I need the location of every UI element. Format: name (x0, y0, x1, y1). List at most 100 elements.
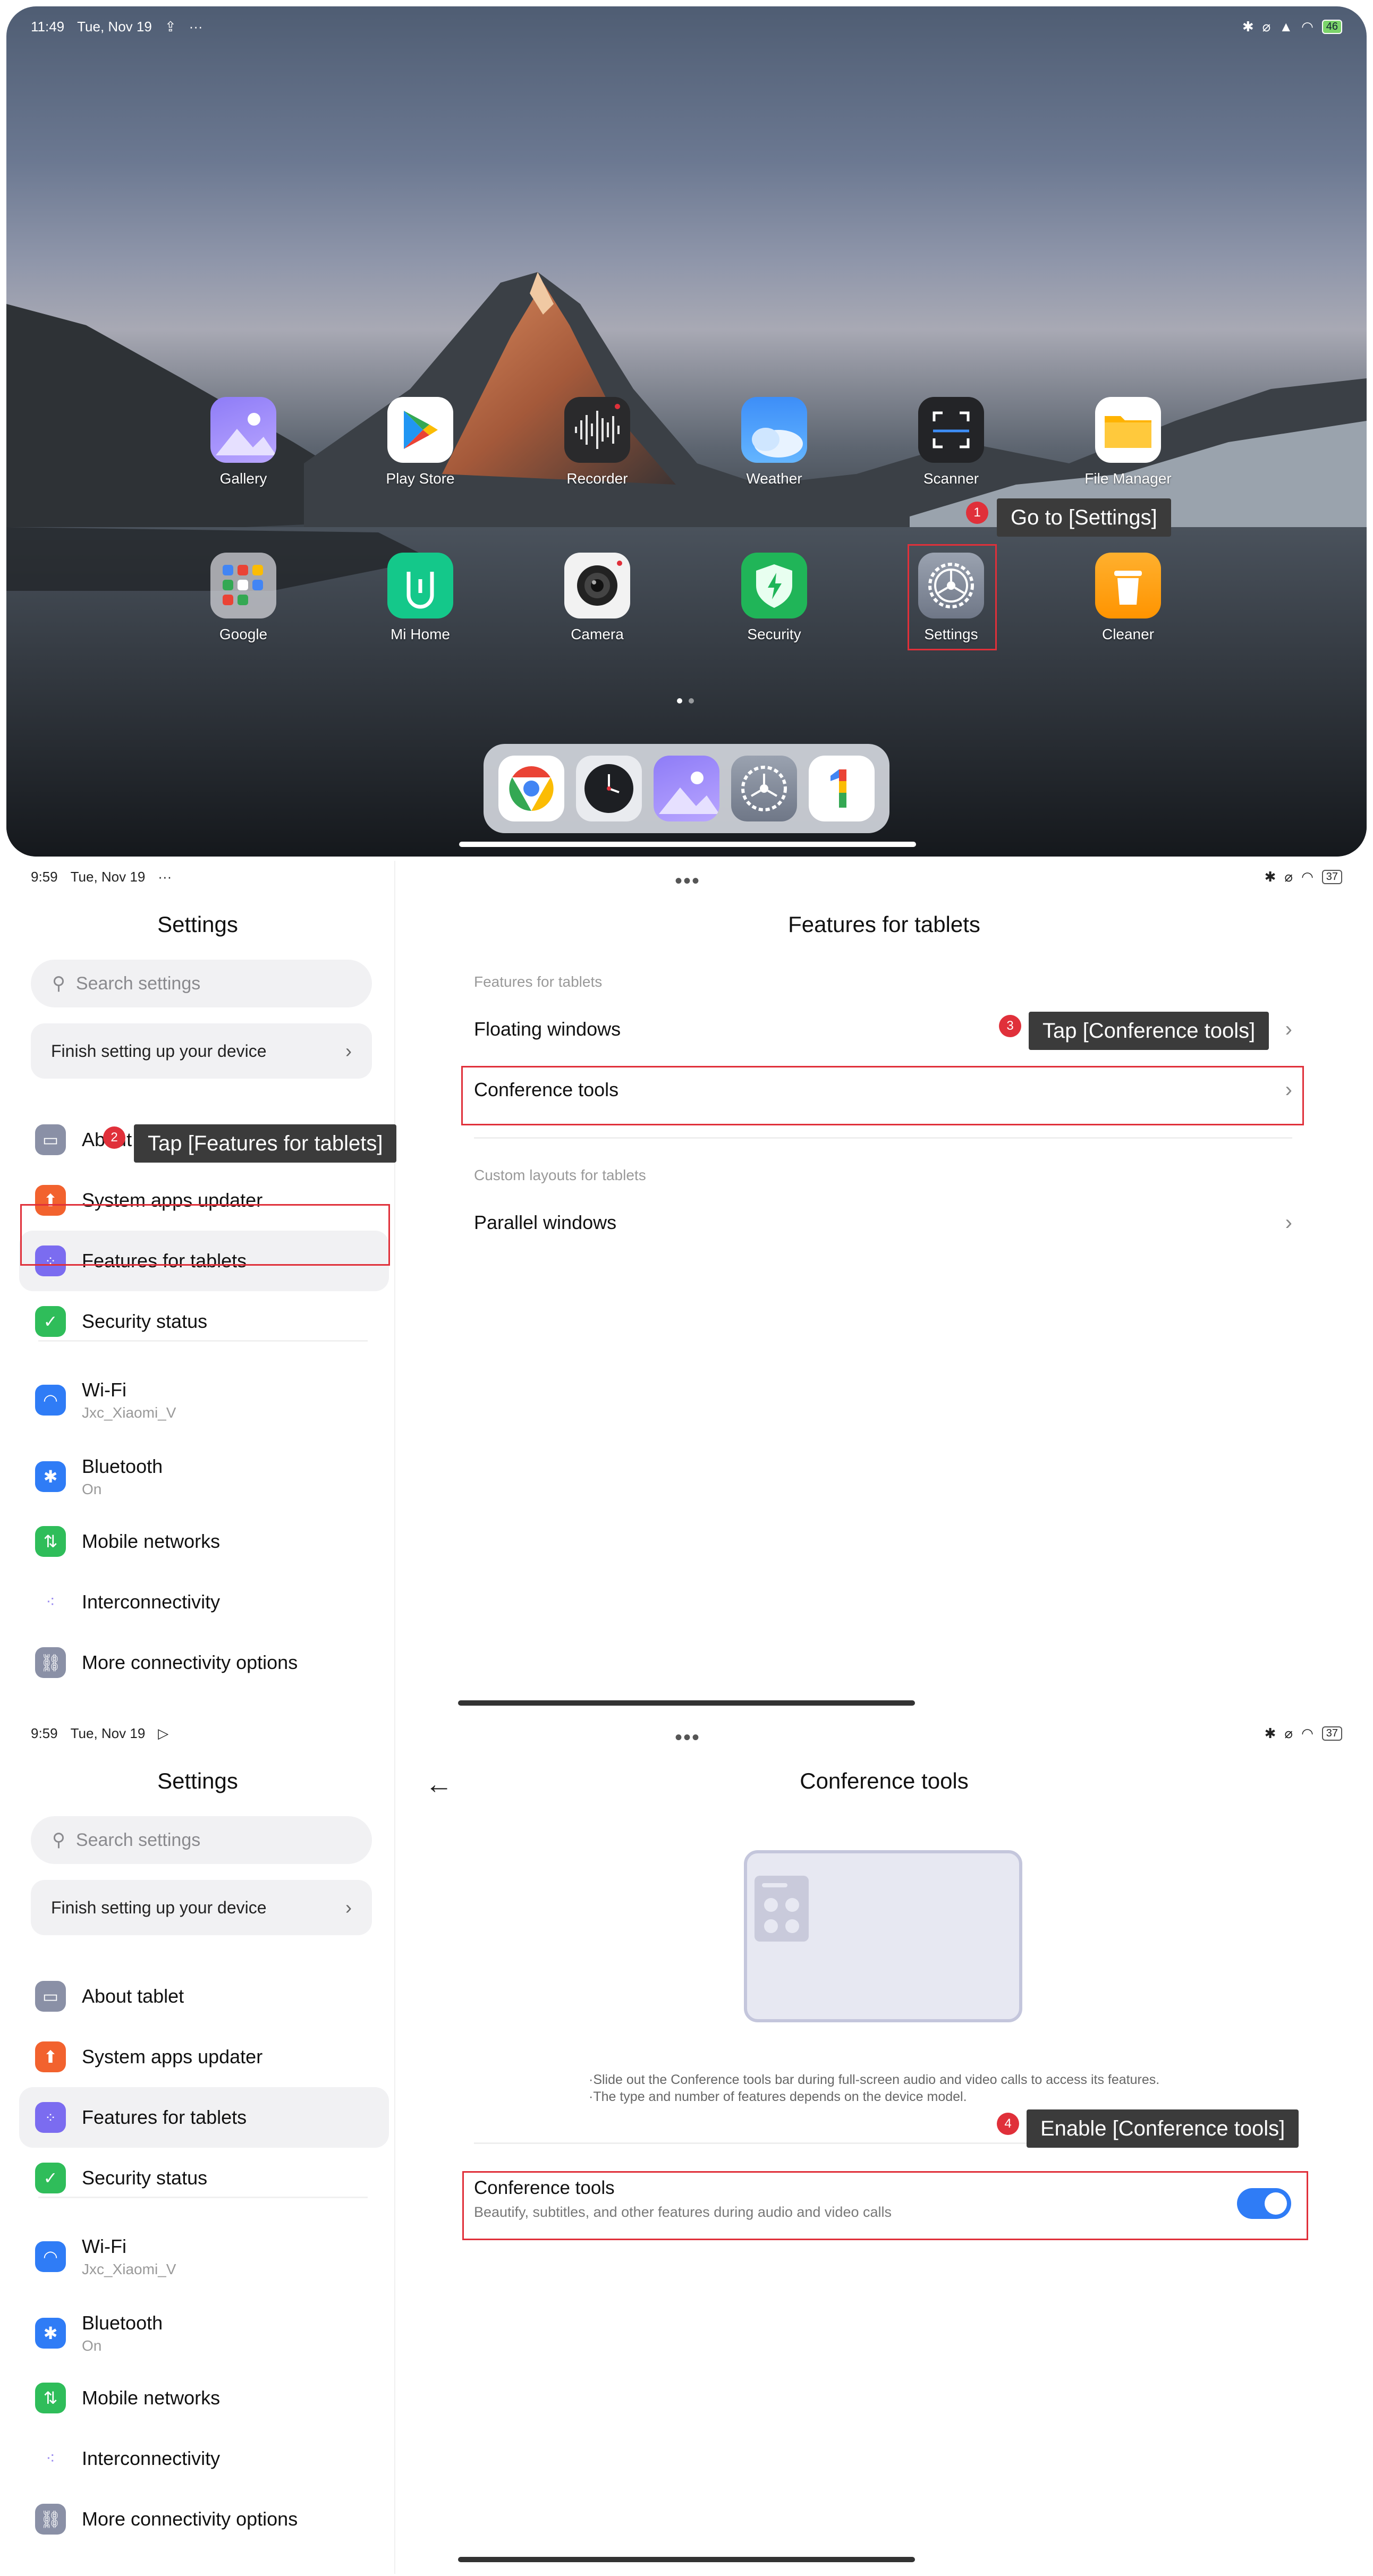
home-indicator[interactable] (458, 1700, 915, 1706)
sidebar-item-bluetooth[interactable]: ✱ Bluetooth On (19, 2303, 389, 2363)
page-indicator (677, 698, 694, 704)
tablet-icon: ▭ (35, 1981, 66, 2012)
page-title: Features for tablets (788, 912, 980, 937)
interconnect-icon: ⁖ (35, 1587, 66, 1617)
sidebar-item-security-status[interactable]: ✓ Security status (19, 2148, 389, 2208)
link-icon: ⛓ (35, 1647, 66, 1678)
trash-icon (1095, 553, 1161, 618)
home-indicator[interactable] (459, 842, 916, 847)
battery-icon: 37 (1321, 1726, 1342, 1741)
sidebar-item-security-status[interactable]: ✓ Security status (19, 1291, 389, 1352)
google-one-icon[interactable] (809, 756, 875, 821)
dock (484, 744, 889, 833)
search-icon: ⚲ (52, 973, 65, 994)
features-screen: 9:59 Tue, Nov 19 ··· ✱ ⌀ ◠ 37 ••• Settin… (0, 861, 1373, 1717)
bluetooth-icon: ✱ (1242, 18, 1254, 35)
settings-sidebar: Settings ⚲ Search settings Finish settin… (0, 1717, 395, 2574)
sidebar-item-wifi[interactable]: ◠ Wi-Fi Jxc_Xiaomi_V (19, 2226, 389, 2287)
bluetooth-icon: ✱ (1264, 868, 1276, 885)
sidebar-item-interconnectivity[interactable]: ⁖ Interconnectivity (19, 2428, 389, 2489)
row-parallel-windows[interactable]: Parallel windows › (474, 1193, 1292, 1252)
step-badge-2: 2 (103, 1126, 125, 1149)
step-badge-1: 1 (966, 502, 988, 524)
status-date: Tue, Nov 19 (77, 18, 152, 35)
search-input[interactable]: ⚲ Search settings (31, 960, 372, 1007)
gallery-icon[interactable] (654, 756, 719, 821)
tooltip-step-2: Tap [Features for tablets] (134, 1124, 397, 1163)
tooltip-step-1: Go to [Settings] (997, 498, 1171, 537)
chevron-right-icon: › (1285, 1017, 1292, 1041)
tablet-icon: ▭ (35, 1124, 66, 1155)
finish-setup-card[interactable]: Finish setting up your device › (31, 1880, 372, 1935)
app-scanner[interactable]: Scanner (893, 397, 1010, 503)
sidebar-title: Settings (157, 1768, 238, 1793)
chevron-right-icon: › (345, 1040, 352, 1062)
settings-sidebar: Settings ⚲ Search settings Finish settin… (0, 861, 395, 1717)
sidebar-item-interconnectivity[interactable]: ⁖ Interconnectivity (19, 1572, 389, 1632)
bluetooth-icon: ✱ (35, 1461, 66, 1492)
conference-illustration (744, 1850, 1022, 2022)
wifi-icon: ◠ (35, 2241, 66, 2272)
mi-home-icon (387, 553, 453, 618)
app-mi-home[interactable]: Mi Home (362, 553, 479, 659)
sidebar-item-wifi[interactable]: ◠ Wi-Fi Jxc_Xiaomi_V (19, 1370, 389, 1430)
sidebar-item-system-apps-updater[interactable]: ⬆ System apps updater (19, 2027, 389, 2087)
clock-icon[interactable] (576, 756, 642, 821)
window-handle-icon[interactable]: ••• (675, 1726, 700, 1750)
app-camera[interactable]: Camera (539, 553, 656, 659)
sidebar-item-more-connectivity[interactable]: ⛓ More connectivity options (19, 1632, 389, 1693)
divider (38, 2197, 368, 2198)
camera-icon (564, 553, 630, 618)
app-security[interactable]: Security (716, 553, 833, 659)
status-bar: 11:49 Tue, Nov 19 ⇪ ··· ✱ ⌀ ▲ ◠ 46 (6, 11, 1367, 43)
sidebar-item-more-connectivity[interactable]: ⛓ More connectivity options (19, 2489, 389, 2549)
shield-check-icon: ✓ (35, 1306, 66, 1337)
highlight-features-for-tablets (20, 1204, 390, 1266)
app-cleaner[interactable]: Cleaner (1070, 553, 1186, 659)
home-indicator[interactable] (458, 2557, 915, 2562)
highlight-settings (908, 544, 997, 650)
highlight-conference-toggle (462, 2171, 1308, 2240)
security-icon (741, 553, 807, 618)
wifi-icon: ◠ (1301, 18, 1313, 35)
toolbar-illustration (755, 1876, 809, 1942)
app-weather[interactable]: Weather (716, 397, 833, 503)
sidebar-item-features-for-tablets[interactable]: ⁘ Features for tablets (19, 2087, 389, 2148)
interconnect-icon: ⁖ (35, 2443, 66, 2474)
tooltip-step-4: Enable [Conference tools] (1027, 2109, 1299, 2148)
wifi-icon: ◠ (1301, 1725, 1313, 1741)
chrome-icon[interactable] (498, 756, 564, 821)
wifi-icon: ◠ (1301, 868, 1313, 885)
play-store-icon (387, 397, 453, 463)
sidebar-item-about-tablet[interactable]: ▭ About tablet (19, 1966, 389, 2027)
step-badge-4: 4 (997, 2113, 1019, 2135)
step-badge-3: 3 (999, 1015, 1021, 1037)
scanner-icon (918, 397, 984, 463)
finish-setup-card[interactable]: Finish setting up your device › (31, 1023, 372, 1079)
battery-icon: 37 (1321, 869, 1342, 884)
app-google-folder[interactable]: Google (185, 553, 302, 659)
app-recorder[interactable]: Recorder (539, 397, 656, 503)
tooltip-step-3: Tap [Conference tools] (1029, 1012, 1269, 1050)
more-dots-icon: ··· (189, 18, 203, 35)
page-title: Conference tools (800, 1768, 969, 1793)
search-input[interactable]: ⚲ Search settings (31, 1816, 372, 1864)
sidebar-item-mobile-networks[interactable]: ⇅ Mobile networks (19, 2368, 389, 2428)
bluetooth-icon: ✱ (35, 2318, 66, 2349)
gear-icon[interactable] (731, 756, 797, 821)
app-gallery[interactable]: Gallery (185, 397, 302, 503)
wifi-icon: ◠ (35, 1385, 66, 1416)
search-icon: ⚲ (52, 1830, 65, 1850)
shield-check-icon: ✓ (35, 2163, 66, 2193)
recorder-icon (564, 397, 630, 463)
mobile-data-icon: ⇅ (35, 1526, 66, 1557)
mobile-data-icon: ⇅ (35, 2383, 66, 2413)
divider (474, 1137, 1292, 1139)
sidebar-item-bluetooth[interactable]: ✱ Bluetooth On (19, 1446, 389, 1507)
app-file-manager[interactable]: File Manager (1070, 397, 1186, 503)
app-play-store[interactable]: Play Store (362, 397, 479, 503)
window-handle-icon[interactable]: ••• (675, 869, 700, 893)
divider (38, 1340, 368, 1342)
sidebar-item-mobile-networks[interactable]: ⇅ Mobile networks (19, 1511, 389, 1572)
signal-icon: ▲ (1279, 18, 1293, 35)
